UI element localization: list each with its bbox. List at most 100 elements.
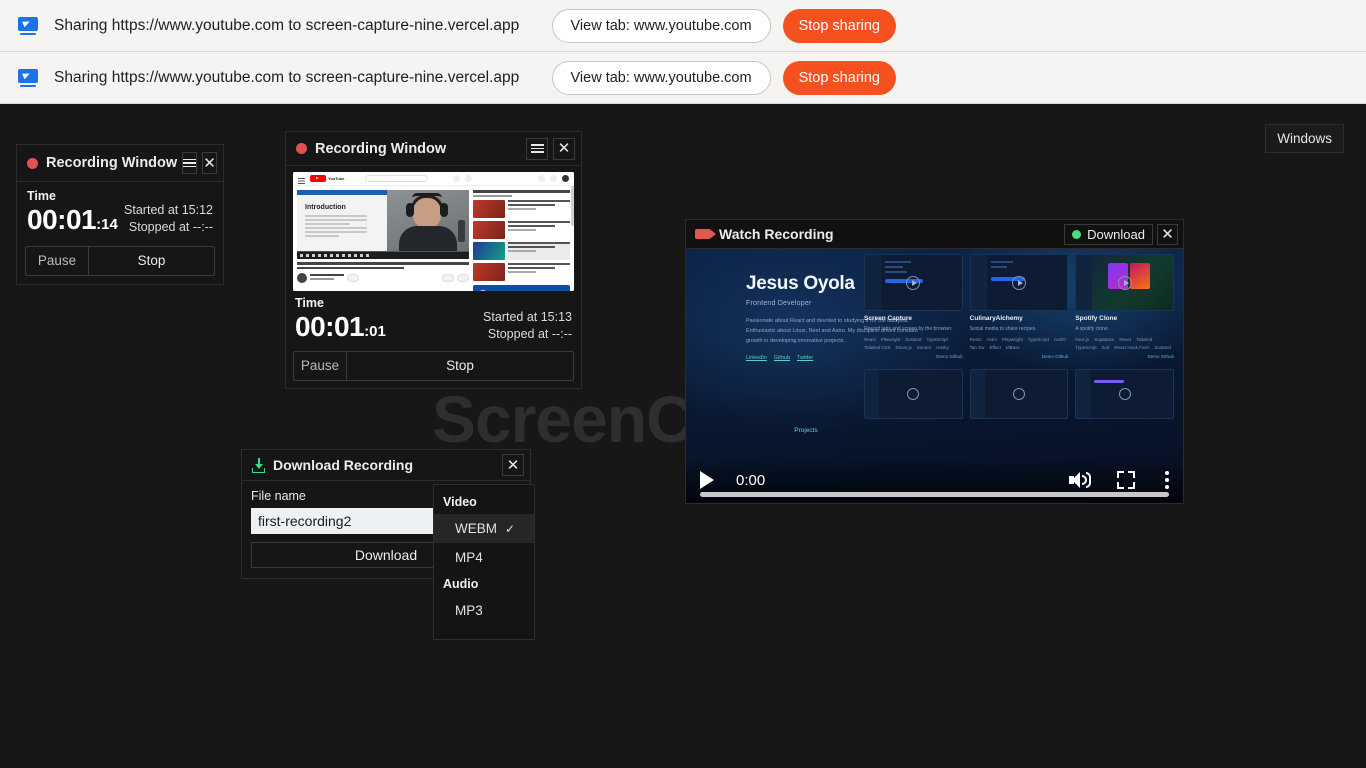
sharing-message: Sharing https://www.youtube.com to scree… bbox=[54, 68, 520, 86]
project-tag: Tailwind bbox=[1136, 337, 1153, 342]
chrome-sharing-bar-2: Sharing https://www.youtube.com to scree… bbox=[0, 52, 1366, 104]
download-icon bbox=[251, 457, 266, 473]
project-card: Spotify Clone A spotify clone. Next.js S… bbox=[1075, 254, 1175, 359]
project-screenshot bbox=[969, 254, 1069, 311]
view-tab-button[interactable]: View tab: www.youtube.com bbox=[551, 8, 771, 43]
pause-button[interactable]: Pause bbox=[26, 247, 88, 275]
recording-window-b-header: Recording Window ✕ bbox=[286, 132, 581, 166]
format-dropdown-menu: Video WEBM ✓ MP4 Audio MP3 bbox=[433, 484, 535, 640]
stop-button[interactable]: Stop bbox=[346, 351, 573, 380]
timer-right: Started at 15:13 Stopped at --:-- bbox=[483, 309, 572, 343]
volume-icon[interactable] bbox=[1069, 471, 1091, 489]
project-demo-link[interactable]: Demo Github bbox=[970, 354, 1069, 359]
fullscreen-icon[interactable] bbox=[1117, 471, 1135, 489]
hamburger-menu-icon[interactable] bbox=[526, 137, 548, 160]
share-button bbox=[457, 274, 469, 282]
project-tag: MBase bbox=[1005, 345, 1020, 350]
recording-window-b-title: Recording Window bbox=[315, 140, 447, 157]
video-current-time: 0:00 bbox=[736, 471, 766, 489]
project-tag: Tailwind CSS bbox=[864, 345, 891, 350]
play-icon[interactable] bbox=[700, 471, 714, 489]
youtube-icon-3 bbox=[538, 175, 546, 182]
format-option-mp4[interactable]: MP4 bbox=[434, 543, 534, 572]
watch-window-title: Watch Recording bbox=[719, 226, 834, 242]
project-tag: React bbox=[864, 337, 876, 342]
project-tag: TypeScript bbox=[1075, 345, 1097, 350]
download-button[interactable]: Download bbox=[1064, 223, 1153, 245]
project-tags: React Pllawright Zustand TypeScript Tail… bbox=[864, 337, 963, 350]
project-description: Record tabs and screen by the browser. bbox=[864, 326, 953, 332]
related-video-item bbox=[473, 200, 570, 218]
view-tab-button[interactable]: View tab: www.youtube.com bbox=[551, 60, 771, 95]
sidebar-advertisement: GESTIONA tu trabajo y equipo bbox=[473, 285, 570, 291]
close-icon[interactable]: ✕ bbox=[1157, 223, 1178, 245]
project-tag: Husky bbox=[936, 345, 949, 350]
format-option-webm[interactable]: WEBM ✓ bbox=[434, 514, 534, 543]
project-title: Screen Capture bbox=[864, 315, 913, 322]
pause-button[interactable]: Pause bbox=[294, 352, 346, 380]
close-icon[interactable]: ✕ bbox=[502, 454, 524, 476]
recording-window-a-title: Recording Window bbox=[46, 155, 178, 171]
close-icon[interactable]: ✕ bbox=[553, 137, 575, 160]
recording-preview-thumbnail: YouTube Introduction bbox=[293, 172, 574, 291]
link-linkedin[interactable]: LinkedIn bbox=[746, 355, 767, 361]
youtube-main-column: Introduction bbox=[297, 190, 469, 291]
project-tag: Auth0 bbox=[1053, 337, 1066, 342]
video-camera-icon bbox=[695, 229, 716, 239]
youtube-sidebar: GESTIONA tu trabajo y equipo bbox=[473, 190, 570, 291]
started-at: Started at 15:12 bbox=[124, 203, 213, 217]
video-title-placeholder bbox=[297, 262, 469, 269]
recording-a-buttons: Pause Stop bbox=[25, 245, 215, 276]
format-option-label: MP3 bbox=[455, 603, 483, 618]
youtube-body: Introduction bbox=[293, 186, 574, 291]
project-tag: Next.js bbox=[1075, 337, 1090, 342]
project-demo-link[interactable]: Demo Github bbox=[1075, 354, 1175, 359]
time-milliseconds: :01 bbox=[364, 322, 386, 340]
project-tag: Pllawright bbox=[880, 337, 901, 342]
check-icon: ✓ bbox=[505, 521, 516, 536]
project-card-row-2: Blog Nexus Dataset Time Tracker bbox=[864, 369, 1175, 419]
project-demo-link[interactable]: Demo Github bbox=[864, 354, 963, 359]
watch-window-header: Watch Recording Download ✕ bbox=[686, 220, 1183, 249]
stopped-at: Stopped at --:-- bbox=[128, 219, 213, 234]
record-dot-icon bbox=[296, 143, 307, 154]
youtube-video-player: Introduction bbox=[297, 190, 469, 259]
youtube-menu-icon bbox=[298, 178, 305, 179]
project-tag: Zustand bbox=[905, 337, 922, 342]
project-screenshot: Blog bbox=[864, 369, 963, 419]
related-video-item bbox=[473, 221, 570, 239]
video-player[interactable]: Jesus Oyola Frontend Developer Passionat… bbox=[686, 249, 1183, 503]
time-main: 00:01 bbox=[27, 203, 97, 235]
watch-recording-window: Watch Recording Download ✕ Jesus Oyola F… bbox=[685, 219, 1184, 504]
link-github[interactable]: Github bbox=[774, 355, 790, 361]
project-tag: Playwright bbox=[1001, 337, 1023, 342]
project-card: CulinaryAlchemy Social media to share re… bbox=[969, 254, 1069, 359]
video-seek-bar[interactable] bbox=[700, 492, 1169, 497]
youtube-page-preview: YouTube Introduction bbox=[293, 172, 574, 291]
windows-button[interactable]: Windows bbox=[1265, 124, 1344, 153]
format-option-mp3[interactable]: MP3 bbox=[434, 596, 534, 625]
recording-b-timer: Time 00:01:01 Started at 15:13 Stopped a… bbox=[286, 291, 581, 347]
presenter-webcam bbox=[387, 190, 469, 252]
project-card-row: Screen Capture Record tabs and screen by… bbox=[864, 254, 1175, 359]
close-icon[interactable]: ✕ bbox=[202, 152, 217, 174]
recording-a-timer: Time 00:01:14 Started at 15:12 Stopped a… bbox=[17, 182, 223, 242]
project-tag: TypeScript bbox=[1027, 337, 1049, 342]
project-tags: Next.js Supabase React Tailwind TypeScri… bbox=[1075, 337, 1174, 350]
hamburger-menu-icon[interactable] bbox=[182, 152, 198, 174]
related-video-item bbox=[473, 242, 570, 260]
recording-b-buttons: Pause Stop bbox=[293, 350, 574, 381]
stop-button[interactable]: Stop bbox=[88, 246, 214, 275]
slide-title: Introduction bbox=[305, 204, 346, 211]
project-tag: React Hook Form bbox=[1114, 345, 1150, 350]
link-twitter[interactable]: Twitter bbox=[797, 355, 813, 361]
more-vertical-icon[interactable] bbox=[1165, 471, 1169, 489]
project-tag: React bbox=[969, 337, 982, 342]
recording-window-a: Recording Window ✕ Time 00:01:14 Started… bbox=[16, 144, 224, 285]
stop-sharing-button[interactable]: Stop sharing bbox=[782, 60, 896, 95]
project-title: Spotify Clone bbox=[1075, 315, 1118, 322]
started-at: Started at 15:13 bbox=[483, 310, 572, 324]
stop-sharing-button[interactable]: Stop sharing bbox=[782, 8, 896, 43]
project-screenshot bbox=[864, 254, 963, 311]
download-dialog-header: Download Recording ✕ bbox=[242, 450, 530, 481]
